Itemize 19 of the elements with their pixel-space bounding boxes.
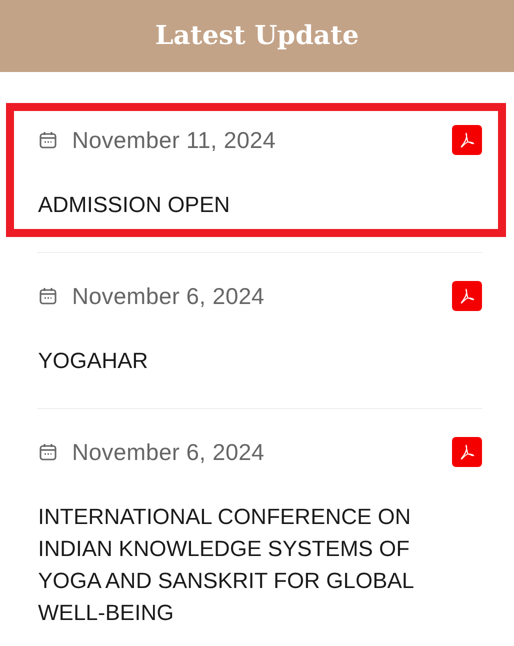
section-title: Latest Update: [155, 21, 359, 51]
update-item[interactable]: November 11, 2024 ADMISSION OPEN: [6, 103, 506, 237]
pdf-icon: [458, 131, 476, 149]
pdf-icon: [458, 443, 476, 461]
update-title[interactable]: YOGAHAR: [38, 345, 458, 377]
pdf-link[interactable]: [452, 437, 482, 467]
calendar-icon: [38, 442, 58, 462]
pdf-link[interactable]: [452, 281, 482, 311]
update-title[interactable]: ADMISSION OPEN: [38, 189, 458, 221]
calendar-icon: [38, 286, 58, 306]
calendar-icon: [38, 130, 58, 150]
update-date: November 6, 2024: [72, 282, 266, 310]
update-date: November 6, 2024: [72, 438, 266, 466]
update-date: November 11, 2024: [72, 126, 277, 154]
update-item[interactable]: November 6, 2024 INTERNATIONAL CONFERENCE ON INDIAN KNOWLEDGE SYSTEMS OF YOGA AND SANSKRIT FOR GLOBAL WELL-BEING: [6, 415, 506, 645]
update-title[interactable]: INTERNATIONAL CONFERENCE ON INDIAN KNOWLEDGE SYSTEMS OF YOGA AND SANSKRIT FOR GLOBAL WELL-BEING: [38, 501, 458, 629]
pdf-link[interactable]: [452, 125, 482, 155]
update-item[interactable]: November 6, 2024 YOGAHAR: [6, 259, 506, 393]
pdf-icon: [458, 287, 476, 305]
